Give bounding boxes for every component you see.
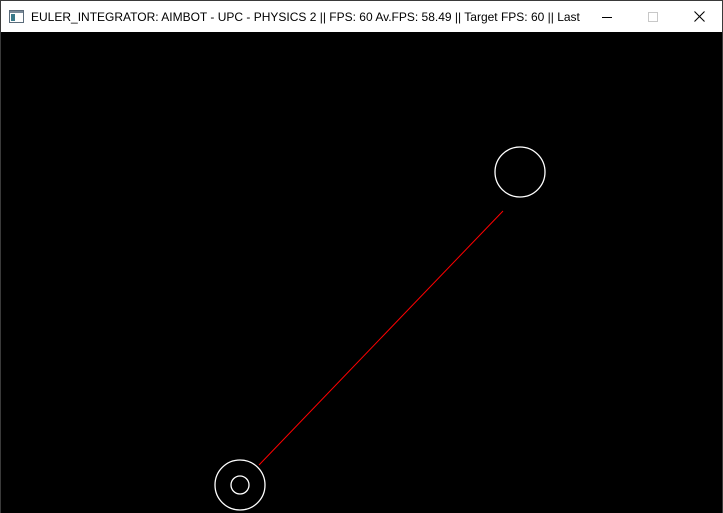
window-controls (584, 1, 722, 32)
minimize-icon (602, 16, 612, 18)
target-circle (494, 146, 546, 198)
minimize-button[interactable] (584, 1, 630, 32)
application-window: EULER_INTEGRATOR: AIMBOT - UPC - PHYSICS… (0, 0, 723, 513)
title-bar[interactable]: EULER_INTEGRATOR: AIMBOT - UPC - PHYSICS… (1, 1, 722, 32)
window-title: EULER_INTEGRATOR: AIMBOT - UPC - PHYSICS… (31, 9, 584, 24)
shooter-inner-ring (230, 475, 250, 495)
aim-trajectory-line (258, 210, 504, 466)
close-button[interactable] (676, 1, 722, 32)
maximize-button[interactable] (630, 1, 676, 32)
maximize-icon (648, 11, 658, 22)
game-canvas[interactable] (1, 32, 722, 513)
close-icon (693, 11, 705, 22)
app-window-icon[interactable] (9, 10, 24, 23)
shooter-outer-ring (214, 459, 266, 511)
